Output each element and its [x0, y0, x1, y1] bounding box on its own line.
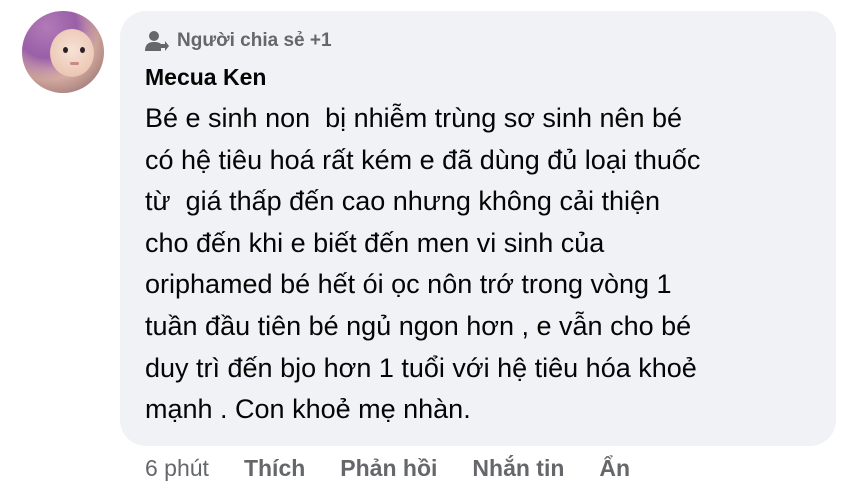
hide-button[interactable]: Ẩn: [599, 455, 630, 482]
avatar-eye-left: [63, 47, 68, 53]
avatar-mouth: [70, 62, 79, 65]
avatar-face: [50, 29, 94, 77]
message-button[interactable]: Nhắn tin: [472, 455, 564, 482]
reply-button[interactable]: Phản hồi: [340, 455, 437, 482]
comment-author[interactable]: Mecua Ken: [145, 64, 266, 91]
shared-by-badge: Người chia sẻ +1: [145, 30, 332, 52]
comment-timestamp[interactable]: 6 phút: [145, 455, 209, 482]
comment-actions: 6 phút Thích Phản hồi Nhắn tin Ẩn: [145, 455, 630, 482]
comment-text: Bé e sinh non bị nhiễm trùng sơ sinh nên…: [145, 103, 701, 425]
shared-by-label: Người chia sẻ +1: [177, 30, 332, 51]
avatar-eye-right: [80, 47, 85, 53]
person-share-icon: [145, 31, 169, 51]
like-button[interactable]: Thích: [244, 455, 305, 482]
avatar[interactable]: [22, 11, 104, 93]
